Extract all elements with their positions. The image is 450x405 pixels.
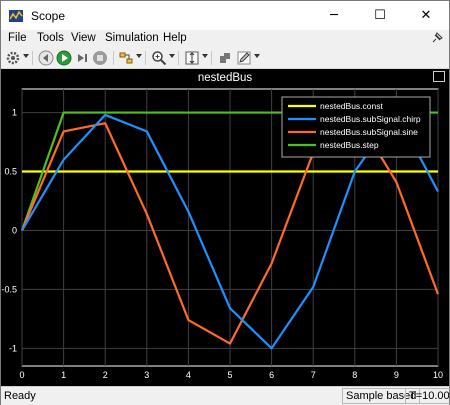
close-button[interactable]: ✕ (403, 1, 449, 30)
scope-window: Scope ─ ☐ ✕ File Tools View Simulation H… (0, 0, 450, 405)
line-chart[interactable]: 0 1 2 3 4 5 6 7 8 9 1010.50-0.5-1nestedBus.constne… (1, 69, 449, 386)
edit-dropdown-icon[interactable] (254, 54, 260, 58)
toolbar (1, 48, 449, 69)
menu-file[interactable]: File (8, 32, 27, 44)
legend-entry: nestedBus.subSignal.sine (320, 127, 418, 137)
highlight-block-icon[interactable] (217, 50, 233, 66)
stop-icon[interactable] (92, 50, 108, 66)
signal-selector-dropdown-icon[interactable] (136, 54, 142, 58)
settings-icon[interactable] (5, 50, 21, 66)
run-icon[interactable] (56, 50, 72, 66)
y-tick-label: -1 (9, 343, 17, 353)
toolbar-separator (113, 51, 114, 65)
minimize-button[interactable]: ─ (311, 1, 357, 30)
x-tick-label: 4 (186, 370, 191, 380)
toolbar-separator (145, 51, 146, 65)
legend-entry: nestedBus.step (320, 140, 379, 150)
legend-entry: nestedBus.const (320, 101, 383, 111)
menu-tools[interactable]: Tools (37, 32, 64, 44)
menu-bar: File Tools View Simulation Help (1, 30, 449, 48)
x-tick-label: 1 (61, 370, 66, 380)
y-tick-label: 1 (12, 108, 17, 118)
scope-app-icon (9, 10, 23, 22)
edit-icon[interactable] (236, 50, 252, 66)
zoom-icon[interactable] (151, 50, 167, 66)
zoom-dropdown-icon[interactable] (169, 54, 175, 58)
menu-view[interactable]: View (71, 32, 96, 44)
y-tick-label: 0.5 (4, 167, 17, 177)
x-tick-label: 2 (103, 370, 108, 380)
signal-selector-icon[interactable] (118, 50, 134, 66)
x-tick-label: 10 (433, 370, 443, 380)
step-forward-icon[interactable] (74, 50, 90, 66)
toolbar-separator (32, 51, 33, 65)
pin-icon[interactable] (431, 32, 443, 44)
menu-help[interactable]: Help (163, 32, 187, 44)
scale-axes-icon[interactable] (184, 50, 200, 66)
legend-entry: nestedBus.subSignal.chirp (320, 114, 421, 124)
x-tick-label: 6 (269, 370, 274, 380)
title-bar: Scope ─ ☐ ✕ (1, 1, 449, 30)
step-back-icon[interactable] (38, 50, 54, 66)
x-tick-label: 7 (311, 370, 316, 380)
status-bar: Ready Sample based T=10.000 (1, 386, 450, 405)
x-tick-label: 9 (394, 370, 399, 380)
x-tick-label: 3 (144, 370, 149, 380)
x-tick-label: 5 (227, 370, 232, 380)
status-text: Ready (4, 390, 36, 402)
toolbar-separator (178, 51, 179, 65)
x-tick-label: 0 (19, 370, 24, 380)
settings-dropdown-icon[interactable] (23, 54, 29, 58)
toolbar-separator (211, 51, 212, 65)
window-title: Scope (31, 9, 66, 23)
scale-axes-dropdown-icon[interactable] (202, 54, 208, 58)
maximize-button[interactable]: ☐ (357, 1, 403, 30)
menu-simulation[interactable]: Simulation (105, 32, 159, 44)
x-tick-label: 8 (352, 370, 357, 380)
y-tick-label: 0 (12, 225, 17, 235)
y-tick-label: -0.5 (1, 284, 17, 294)
time-indicator: T=10.000 (405, 388, 450, 404)
scope-display: nestedBus 0 1 2 3 4 5 6 7 8 9 10 1 0.5 0 -0.5 -1 nestedB… (1, 69, 449, 386)
